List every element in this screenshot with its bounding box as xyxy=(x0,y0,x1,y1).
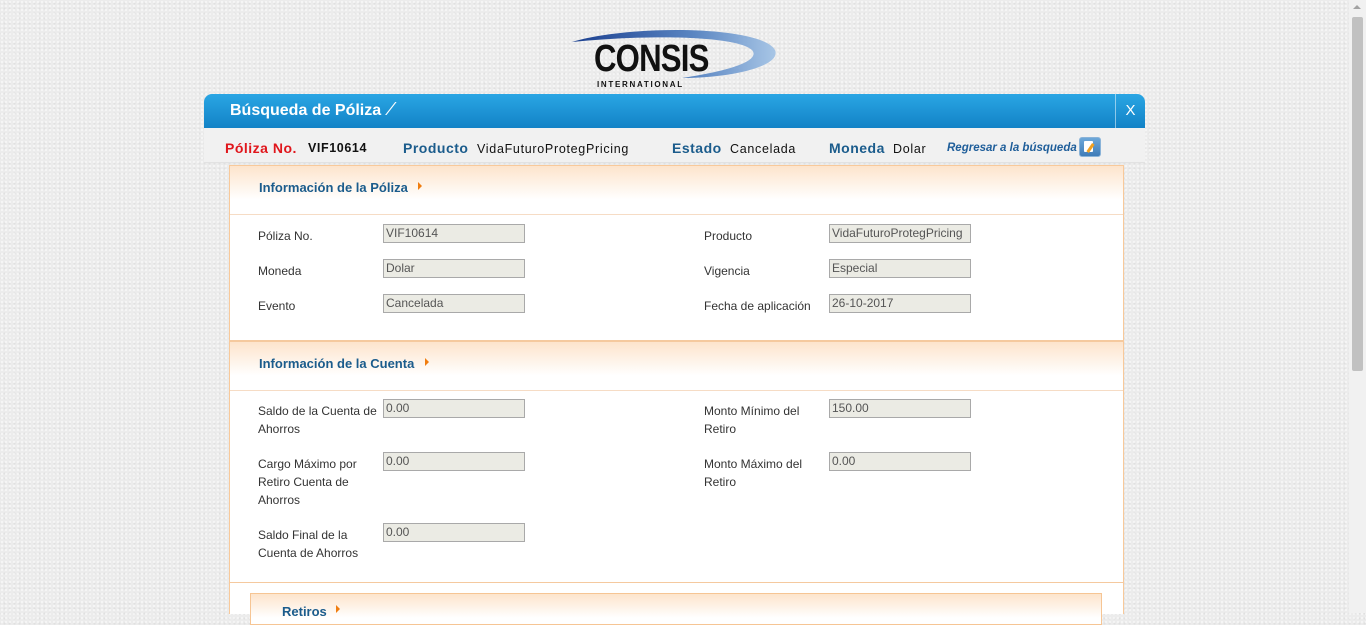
scroll-thumb[interactable] xyxy=(1352,17,1363,371)
vigencia-field[interactable]: Especial xyxy=(829,259,971,278)
producto-field[interactable]: VidaFuturoProtegPricing xyxy=(829,224,971,243)
estado-label: Estado xyxy=(672,140,722,156)
arrow-right-icon xyxy=(418,182,422,190)
cargo-label-line1: Cargo Máximo por xyxy=(258,457,357,471)
logo-wordmark: CONSIS xyxy=(594,38,709,80)
consis-logo: CONSIS INTERNATIONAL xyxy=(572,28,777,92)
moneda-field-label: Moneda xyxy=(258,264,302,278)
policy-info-header[interactable]: Información de la Póliza xyxy=(230,166,1123,215)
monto-max-label-line2: Retiro xyxy=(704,475,737,489)
window-titlebar: Búsqueda de Póliza ⁄ X xyxy=(204,94,1145,128)
saldo-final-label-line2: Cuenta de Ahorros xyxy=(258,546,359,560)
producto-value: VidaFuturoProtegPricing xyxy=(477,142,630,156)
saldo-label-line2: Ahorros xyxy=(258,422,301,436)
account-info-header[interactable]: Información de la Cuenta xyxy=(230,342,1123,391)
cargo-field[interactable]: 0.00 xyxy=(383,452,525,471)
close-button[interactable]: X xyxy=(1115,94,1145,128)
cargo-label-line3: Ahorros xyxy=(258,493,301,507)
poliza-value: VIF10614 xyxy=(308,141,368,155)
vigencia-field-label: Vigencia xyxy=(704,264,750,278)
estado-value: Cancelada xyxy=(730,142,797,156)
producto-label: Producto xyxy=(403,140,469,156)
moneda-value: Dolar xyxy=(893,142,927,156)
saldo-final-field[interactable]: 0.00 xyxy=(383,523,525,542)
logo-subtitle: INTERNATIONAL xyxy=(597,80,684,89)
page-scrollbar[interactable] xyxy=(1349,0,1366,613)
evento-field[interactable]: Cancelada xyxy=(383,294,525,313)
monto-max-label-line1: Monto Máximo del xyxy=(704,457,803,471)
producto-field-label: Producto xyxy=(704,229,753,243)
fecha-field-label: Fecha de aplicación xyxy=(704,299,811,313)
account-info-title: Información de la Cuenta xyxy=(259,356,415,371)
poliza-field-label: Póliza No. xyxy=(258,229,313,243)
policy-search-window: Búsqueda de Póliza ⁄ X Póliza No. VIF106… xyxy=(204,94,1145,625)
policy-details-panel: Información de la Póliza Póliza No. VIF1… xyxy=(229,165,1124,625)
evento-field-label: Evento xyxy=(258,299,296,313)
arrow-right-icon xyxy=(336,605,340,613)
monto-max-field[interactable]: 0.00 xyxy=(829,452,971,471)
retiros-header[interactable]: Retiros xyxy=(250,593,1102,625)
edit-back-icon[interactable] xyxy=(1079,137,1101,157)
poliza-label: Póliza No. xyxy=(225,140,297,156)
fecha-field[interactable]: 26-10-2017 xyxy=(829,294,971,313)
moneda-field[interactable]: Dolar xyxy=(383,259,525,278)
monto-min-label-line1: Monto Mínimo del xyxy=(704,404,800,418)
policy-info-title: Información de la Póliza xyxy=(259,180,408,195)
saldo-final-label-line1: Saldo Final de la xyxy=(258,528,348,542)
monto-min-label-line2: Retiro xyxy=(704,422,737,436)
policy-summary-bar: Póliza No. VIF10614 Producto VidaFuturoP… xyxy=(204,128,1145,163)
scroll-up-arrow-icon[interactable] xyxy=(1353,5,1361,9)
window-title: Búsqueda de Póliza xyxy=(230,102,382,119)
monto-min-field[interactable]: 150.00 xyxy=(829,399,971,418)
feather-icon: ⁄ xyxy=(390,99,394,119)
moneda-label: Moneda xyxy=(829,140,885,156)
arrow-right-icon xyxy=(425,358,429,366)
poliza-field[interactable]: VIF10614 xyxy=(383,224,525,243)
saldo-field[interactable]: 0.00 xyxy=(383,399,525,418)
retiros-title: Retiros xyxy=(282,604,327,619)
back-to-search-link[interactable]: Regresar a la búsqueda xyxy=(947,142,1077,154)
cargo-label-line2: Retiro Cuenta de xyxy=(258,475,349,489)
saldo-label-line1: Saldo de la Cuenta de xyxy=(258,404,377,418)
section-divider xyxy=(230,582,1123,583)
